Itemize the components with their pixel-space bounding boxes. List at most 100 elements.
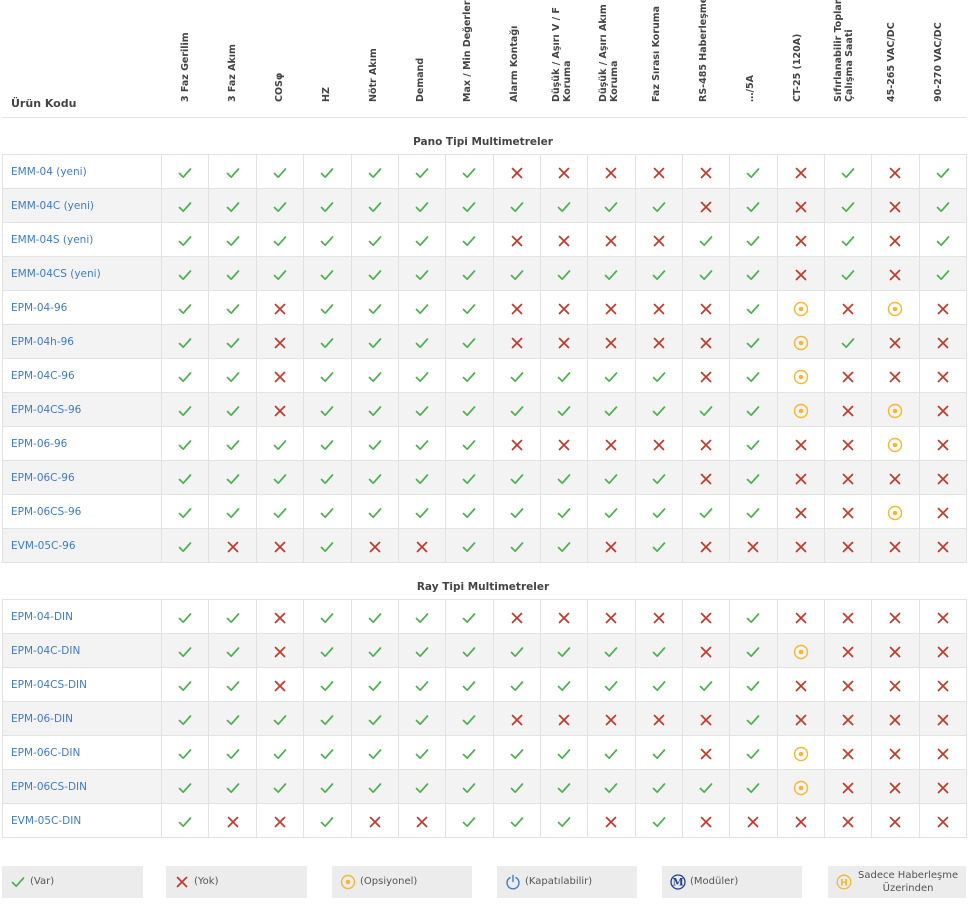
- feature-cell: [587, 701, 636, 736]
- product-code-link[interactable]: EPM-06CS-DIN: [1, 769, 163, 804]
- product-code-link[interactable]: EPM-04h-96: [1, 324, 163, 359]
- feature-cell: [255, 803, 305, 838]
- product-code-link[interactable]: EVM-05C-DIN: [1, 803, 163, 838]
- cross-icon: [225, 539, 241, 555]
- feature-cell: [161, 599, 210, 634]
- check-icon: [556, 267, 572, 283]
- feature-cell: [871, 290, 920, 325]
- check-icon: [461, 233, 477, 249]
- product-code-link[interactable]: EPM-06C-DIN: [1, 735, 163, 770]
- check-icon: [698, 505, 714, 521]
- check-icon: [414, 678, 430, 694]
- feature-cell: [303, 599, 352, 634]
- feature-cell: [492, 154, 541, 189]
- check-icon: [745, 403, 761, 419]
- optional-icon: [793, 403, 809, 419]
- cross-icon: [935, 814, 951, 830]
- feature-cell: [729, 392, 778, 427]
- feature-cell: [634, 633, 683, 668]
- product-code-link[interactable]: EPM-04CS-DIN: [1, 667, 163, 702]
- feature-cell: [634, 735, 683, 770]
- cross-icon: [793, 814, 809, 830]
- feature-cell: [161, 324, 210, 359]
- check-icon: [461, 746, 477, 762]
- table-row: EPM-04C-DIN: [1, 633, 968, 668]
- column-header-11: Faz Sırası Koruma: [650, 5, 662, 102]
- feature-cell: [871, 769, 920, 804]
- check-icon: [319, 644, 335, 660]
- check-icon: [225, 712, 241, 728]
- table-row: EVM-05C-96: [1, 528, 968, 563]
- feature-cell: [350, 392, 399, 427]
- product-code-link[interactable]: EPM-06CS-96: [1, 494, 163, 529]
- feature-cell: [492, 735, 541, 770]
- feature-cell: [303, 188, 352, 223]
- check-icon: [509, 471, 525, 487]
- check-icon: [177, 814, 193, 830]
- feature-cell: [492, 803, 541, 838]
- cross-icon: [935, 505, 951, 521]
- legend-label: Sadece Haberleşme Üzerinden: [858, 870, 959, 894]
- feature-cell: [871, 599, 920, 634]
- feature-cell: [587, 290, 636, 325]
- feature-cell: [681, 256, 731, 291]
- feature-cell: [587, 222, 636, 257]
- feature-cell: [303, 701, 352, 736]
- check-icon: [319, 471, 335, 487]
- svg-text:M: M: [672, 878, 683, 889]
- product-code-link[interactable]: EPM-04-96: [1, 290, 163, 325]
- feature-cell: [587, 735, 636, 770]
- feature-cell: [492, 188, 541, 223]
- table-row: EPM-06CS-96: [1, 494, 968, 529]
- product-code-link[interactable]: EPM-04C-DIN: [1, 633, 163, 668]
- product-code-link[interactable]: EMM-04S (yeni): [1, 222, 163, 257]
- feature-cell: [918, 222, 968, 257]
- check-icon: [461, 369, 477, 385]
- product-code-link[interactable]: EMM-04CS (yeni): [1, 256, 163, 291]
- cross-icon: [935, 471, 951, 487]
- cross-icon: [414, 539, 430, 555]
- product-code-link[interactable]: EPM-06C-96: [1, 460, 163, 495]
- feature-cell: [397, 494, 447, 529]
- check-icon: [177, 539, 193, 555]
- check-icon: [414, 437, 430, 453]
- product-code-link[interactable]: EPM-06-96: [1, 426, 163, 461]
- feature-cell: [255, 667, 305, 702]
- cross-icon: [793, 678, 809, 694]
- feature-cell: [539, 460, 589, 495]
- legend-item: (Yok): [166, 866, 307, 898]
- product-code-link[interactable]: EPM-04-DIN: [1, 599, 163, 634]
- feature-cell: [161, 222, 210, 257]
- feature-cell: [776, 769, 825, 804]
- feature-cell: [634, 667, 683, 702]
- feature-cell: [776, 599, 825, 634]
- check-icon: [225, 746, 241, 762]
- feature-cell: [634, 701, 683, 736]
- feature-cell: [208, 769, 257, 804]
- column-header-3: COSφ: [273, 72, 285, 102]
- check-icon: [225, 678, 241, 694]
- product-code-link[interactable]: EPM-04CS-96: [1, 392, 163, 427]
- product-code-link[interactable]: EMM-04C (yeni): [1, 188, 163, 223]
- product-code-link[interactable]: EPM-06-DIN: [1, 701, 163, 736]
- column-header-6: Demand: [415, 57, 426, 102]
- feature-cell: [397, 701, 447, 736]
- feature-cell: [918, 256, 968, 291]
- feature-cell: [871, 256, 920, 291]
- product-code-link[interactable]: EPM-04C-96: [1, 358, 163, 393]
- product-code-link[interactable]: EVM-05C-96: [1, 528, 163, 563]
- cross-icon: [698, 369, 714, 385]
- feature-cell: [350, 735, 399, 770]
- check-icon: [651, 746, 667, 762]
- check-icon: [414, 505, 430, 521]
- cross-icon: [840, 610, 856, 626]
- feature-cell: [161, 528, 210, 563]
- feature-cell: [634, 290, 683, 325]
- check-icon: [177, 471, 193, 487]
- feature-cell: [681, 460, 731, 495]
- cross-icon: [698, 712, 714, 728]
- product-code-link[interactable]: EMM-04 (yeni): [1, 154, 163, 189]
- feature-cell: [303, 426, 352, 461]
- check-icon: [177, 610, 193, 626]
- cross-icon: [935, 678, 951, 694]
